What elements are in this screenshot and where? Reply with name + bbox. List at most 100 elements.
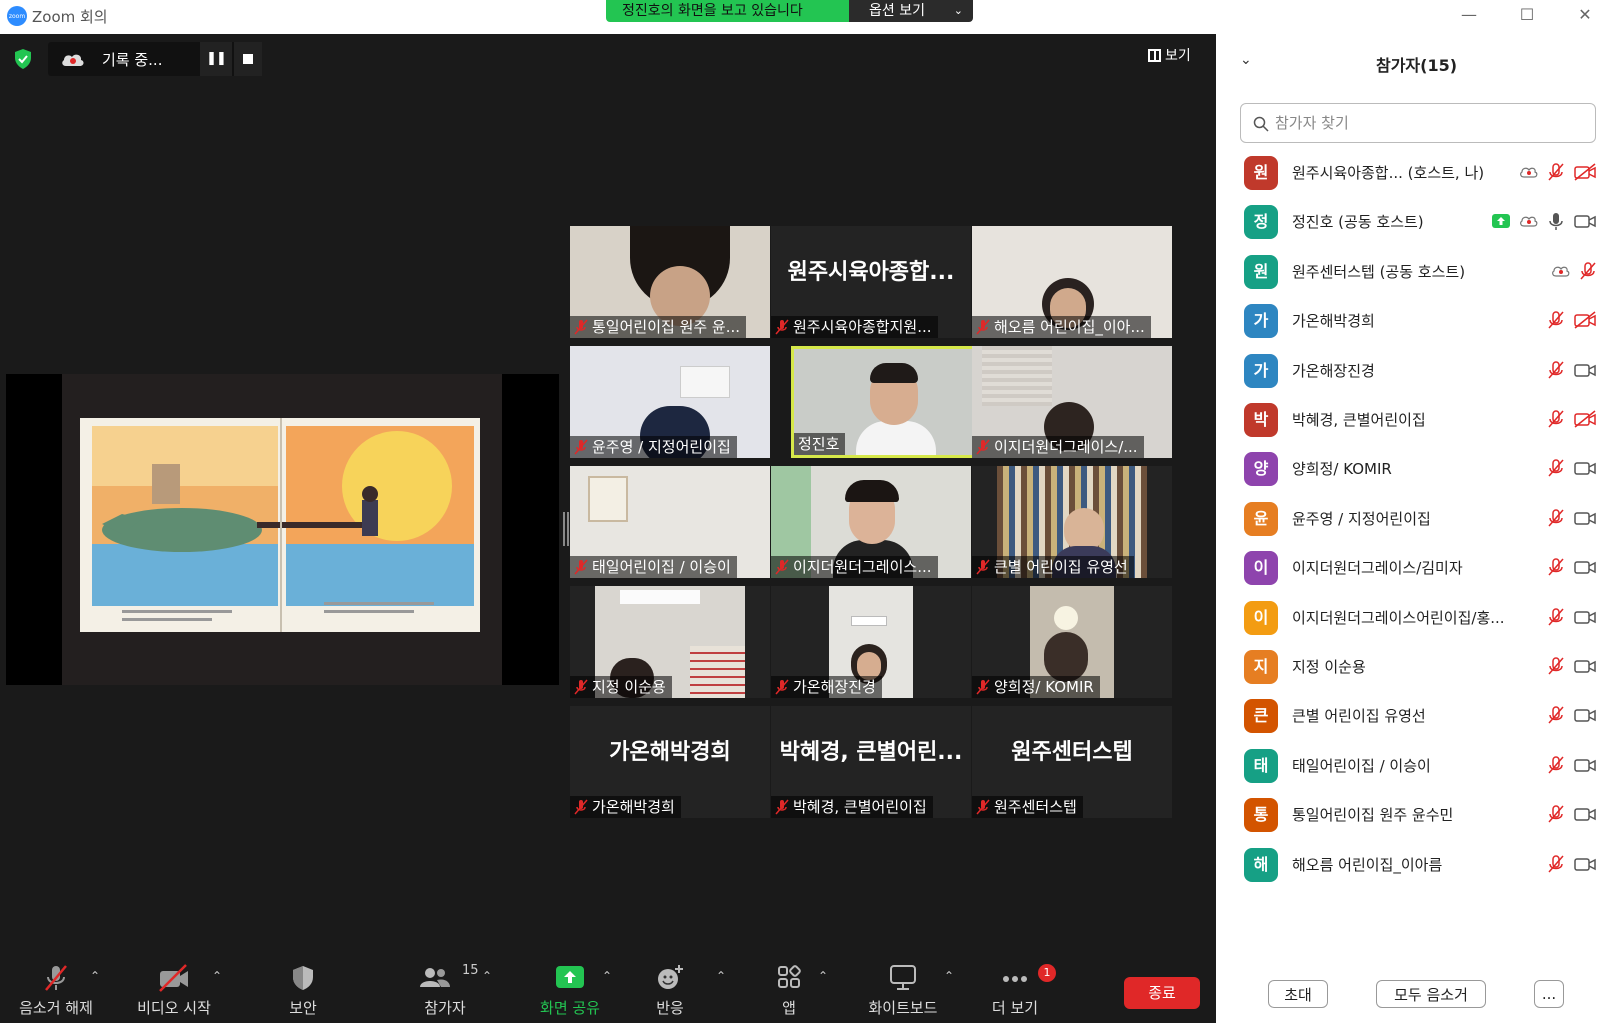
view-options-button[interactable]: 옵션 보기 ⌄	[849, 0, 973, 22]
mic-icon[interactable]	[1547, 211, 1565, 231]
muted-mic-icon[interactable]	[1547, 755, 1565, 775]
video-camera-icon[interactable]	[1573, 558, 1597, 576]
video-tile[interactable]: 양희정/ KOMIR	[972, 586, 1172, 698]
video-camera-icon[interactable]	[1573, 855, 1597, 873]
muted-mic-icon[interactable]	[1547, 705, 1565, 725]
participants-button[interactable]: 15 참가자	[400, 955, 490, 1023]
muted-mic-icon[interactable]	[1547, 458, 1565, 478]
participant-row[interactable]: 박 박혜경, 큰별어린이집	[1216, 395, 1617, 446]
muted-mic-icon[interactable]	[1547, 409, 1565, 429]
muted-mic-icon[interactable]	[1547, 854, 1565, 874]
video-off-icon[interactable]	[1573, 410, 1597, 428]
muted-mic-icon[interactable]	[1547, 310, 1565, 330]
video-tile-active-speaker[interactable]: 정진호	[791, 346, 991, 458]
video-camera-icon[interactable]	[1573, 212, 1597, 230]
security-button[interactable]: 보안	[268, 955, 338, 1023]
participant-row[interactable]: 이 이지더원더그레이스어린이집/홍...	[1216, 593, 1617, 644]
whiteboard-caret-icon[interactable]: ⌃	[944, 969, 954, 983]
invite-button[interactable]: 초대	[1268, 980, 1328, 1008]
video-tile[interactable]: 지정 이순용	[570, 586, 770, 698]
participant-row[interactable]: 원 원주시육아종합... (호스트, 나)	[1216, 148, 1617, 199]
reactions-caret-icon[interactable]: ⌃	[716, 969, 726, 983]
muted-mic-icon[interactable]	[1547, 162, 1565, 182]
video-off-icon[interactable]	[1573, 163, 1597, 181]
whiteboard-button[interactable]: 화이트보드	[858, 955, 948, 1023]
participants-caret-icon[interactable]: ⌃	[482, 969, 492, 983]
audio-options-caret-icon[interactable]: ⌃	[90, 969, 100, 983]
video-camera-icon[interactable]	[1573, 706, 1597, 724]
video-camera-icon[interactable]	[1573, 657, 1597, 675]
video-camera-icon[interactable]	[1573, 459, 1597, 477]
participant-row[interactable]: 지 지정 이순용	[1216, 642, 1617, 693]
video-tile[interactable]: 큰별 어린이집 유영선	[972, 466, 1172, 578]
participant-row[interactable]: 태 태일어린이집 / 이승이	[1216, 741, 1617, 792]
video-off-icon[interactable]	[1573, 311, 1597, 329]
video-tile[interactable]: 원주시육아종합... 원주시육아종합지원...	[771, 226, 971, 338]
video-tile[interactable]: 가온해박경희 가온해박경희	[570, 706, 770, 818]
reactions-button[interactable]: 반응	[640, 955, 700, 1023]
mute-all-button[interactable]: 모두 음소거	[1376, 980, 1486, 1008]
avatar: 가	[1244, 304, 1278, 339]
participant-search-box	[1240, 103, 1596, 143]
minimize-icon[interactable]: —	[1458, 4, 1480, 26]
participant-search-input[interactable]	[1275, 112, 1585, 134]
video-tile[interactable]: 통일어린이집 원주 윤...	[570, 226, 770, 338]
participant-row[interactable]: 양 양희정/ KOMIR	[1216, 444, 1617, 495]
whiteboard-icon	[890, 965, 916, 990]
tile-name: 지정 이순용	[592, 678, 666, 696]
pause-recording-button[interactable]: ❚❚	[200, 42, 232, 76]
view-button[interactable]: 보기	[1148, 45, 1191, 65]
muted-mic-icon	[976, 319, 990, 335]
muted-mic-icon[interactable]	[1547, 508, 1565, 528]
unmute-label: 음소거 해제	[19, 999, 93, 1017]
muted-mic-icon[interactable]	[1547, 656, 1565, 676]
split-view-handle[interactable]	[563, 512, 569, 546]
share-options-caret-icon[interactable]: ⌃	[602, 969, 612, 983]
avatar: 가	[1244, 353, 1278, 388]
muted-mic-icon[interactable]	[1547, 557, 1565, 577]
end-meeting-button[interactable]: 종료	[1124, 977, 1200, 1009]
participant-row[interactable]: 윤 윤주영 / 지정어린이집	[1216, 494, 1617, 545]
maximize-icon[interactable]: ☐	[1516, 4, 1538, 26]
video-camera-icon[interactable]	[1573, 805, 1597, 823]
participant-row[interactable]: 가 가온해박경희	[1216, 296, 1617, 347]
participant-row[interactable]: 정 정진호 (공동 호스트)	[1216, 197, 1617, 248]
participant-row[interactable]: 해 해오름 어린이집_이아름	[1216, 840, 1617, 891]
recording-indicator: 기록 중... ❚❚	[48, 42, 262, 76]
video-camera-icon[interactable]	[1573, 509, 1597, 527]
video-tile[interactable]: 원주센터스텝 원주센터스텝	[972, 706, 1172, 818]
participant-row[interactable]: 가 가온해장진경	[1216, 346, 1617, 397]
participant-row[interactable]: 통 통일어린이집 원주 윤수민	[1216, 790, 1617, 841]
start-video-button[interactable]: 비디오 시작	[124, 955, 224, 1023]
apps-caret-icon[interactable]: ⌃	[818, 969, 828, 983]
video-tile[interactable]: 윤주영 / 지정어린이집	[570, 346, 770, 458]
video-tile[interactable]: 태일어린이집 / 이승이	[570, 466, 770, 578]
participant-row[interactable]: 원 원주센터스텝 (공동 호스트)	[1216, 247, 1617, 298]
close-icon[interactable]: ✕	[1574, 4, 1596, 26]
share-screen-button[interactable]: 화면 공유	[526, 955, 614, 1023]
tile-name: 이지더원더그레이스...	[793, 558, 932, 576]
participant-row[interactable]: 큰 큰별 어린이집 유영선	[1216, 691, 1617, 742]
participant-status-icons	[1547, 310, 1597, 330]
unmute-button[interactable]: 음소거 해제	[6, 955, 106, 1023]
video-tile[interactable]: 가온해장진경	[771, 586, 971, 698]
muted-mic-icon[interactable]	[1547, 607, 1565, 627]
muted-mic-icon[interactable]	[1547, 360, 1565, 380]
stop-recording-button[interactable]	[234, 42, 262, 76]
participant-row[interactable]: 이 이지더원더그레이스/김미자	[1216, 543, 1617, 594]
more-button[interactable]: 1 더 보기	[980, 955, 1056, 1023]
video-tile[interactable]: 이지더원더그레이스...	[771, 466, 971, 578]
video-camera-icon[interactable]	[1573, 608, 1597, 626]
muted-mic-icon[interactable]	[1579, 261, 1597, 281]
panel-more-button[interactable]: ...	[1534, 980, 1564, 1008]
video-tile[interactable]: 이지더원더그레이스/...	[972, 346, 1172, 458]
video-tile[interactable]: 박혜경, 큰별어린... 박혜경, 큰별어린이집	[771, 706, 971, 818]
video-camera-icon[interactable]	[1573, 361, 1597, 379]
muted-mic-icon[interactable]	[1547, 804, 1565, 824]
avatar: 이	[1244, 600, 1278, 635]
video-options-caret-icon[interactable]: ⌃	[212, 969, 222, 983]
video-camera-icon[interactable]	[1573, 756, 1597, 774]
security-shield-icon[interactable]	[11, 47, 35, 71]
apps-button[interactable]: 앱	[762, 955, 816, 1023]
video-tile[interactable]: 해오름 어린이집_이아...	[972, 226, 1172, 338]
